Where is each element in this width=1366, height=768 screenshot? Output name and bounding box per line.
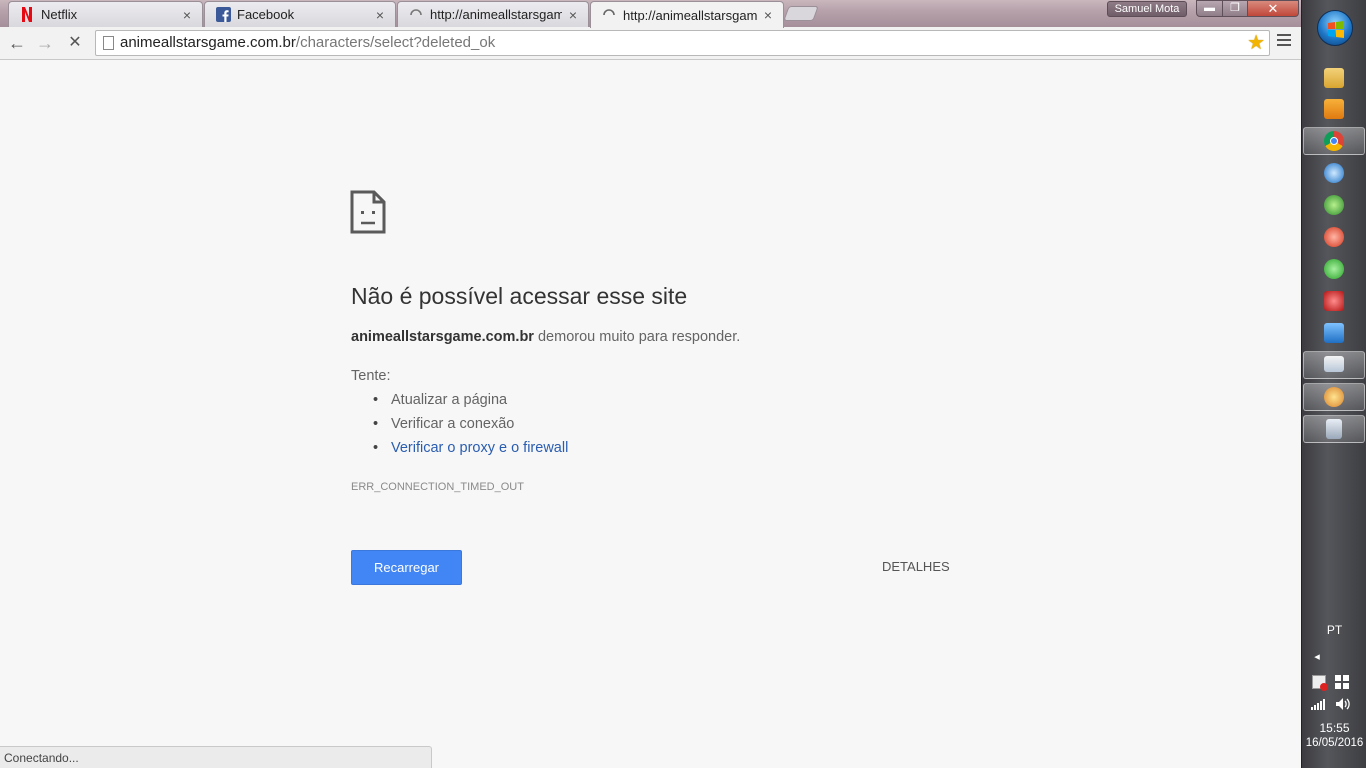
suggestion-item: Atualizar a página	[371, 391, 568, 415]
language-indicator[interactable]: PT	[1302, 623, 1366, 637]
back-button[interactable]: ←	[6, 33, 28, 55]
close-icon[interactable]: ×	[180, 8, 194, 22]
menu-icon[interactable]	[1277, 34, 1291, 48]
tab-facebook[interactable]: Facebook ×	[204, 1, 396, 27]
error-code: ERR_CONNECTION_TIMED_OUT	[351, 481, 524, 493]
error-description: animeallstarsgame.com.br demorou muito p…	[351, 329, 740, 345]
ccleaner-icon[interactable]	[1324, 227, 1344, 247]
clock-date[interactable]: 16/05/2016	[1302, 737, 1366, 749]
try-label: Tente:	[351, 368, 391, 384]
url-domain: animeallstarsgame.com.br	[120, 34, 296, 51]
media-player-icon[interactable]	[1324, 99, 1344, 119]
start-button[interactable]	[1317, 10, 1353, 46]
close-icon[interactable]: ×	[373, 8, 387, 22]
loading-spinner-icon	[408, 7, 424, 23]
action-center-flag-icon[interactable]	[1312, 675, 1328, 691]
forward-button[interactable]: →	[34, 33, 56, 55]
reload-button[interactable]: Recarregar	[351, 550, 462, 585]
close-icon[interactable]: ×	[761, 8, 775, 22]
app-icon[interactable]	[1324, 163, 1344, 183]
tab-title: http://animeallstarsgame.	[430, 7, 562, 22]
netflix-icon	[19, 7, 35, 23]
tab-title: http://animeallstarsgame.	[623, 7, 757, 23]
details-button[interactable]: DETALHES	[882, 559, 950, 574]
network-signal-icon[interactable]	[1311, 698, 1327, 710]
suggestion-list: Atualizar a página Verificar a conexão V…	[371, 391, 568, 463]
maximize-button[interactable]: ❐	[1222, 0, 1248, 17]
new-tab-button[interactable]	[783, 6, 819, 21]
tab-title: Netflix	[41, 7, 78, 22]
stop-loading-button[interactable]: ✕	[64, 33, 86, 55]
tab-loading-1[interactable]: http://animeallstarsgame. ×	[397, 1, 589, 27]
browser-toolbar: ← → ✕ animeallstarsgame.com.br/character…	[0, 27, 1301, 60]
paint-icon[interactable]	[1324, 387, 1344, 407]
address-bar[interactable]: animeallstarsgame.com.br/characters/sele…	[95, 30, 1270, 56]
profile-button[interactable]: Samuel Mota	[1107, 1, 1187, 17]
volume-icon[interactable]	[1335, 697, 1351, 711]
url-path: /characters/select?deleted_ok	[295, 34, 496, 51]
window-close-button[interactable]: ✕	[1247, 0, 1299, 17]
shield-icon[interactable]	[1324, 323, 1344, 343]
bookmark-star-icon[interactable]: ★	[1247, 31, 1265, 55]
windows-logo-icon	[1328, 21, 1344, 38]
proxy-firewall-link[interactable]: Verificar o proxy e o firewall	[391, 440, 568, 456]
windows-update-icon[interactable]	[1335, 675, 1349, 689]
file-explorer-icon[interactable]	[1324, 68, 1344, 88]
close-icon[interactable]: ×	[566, 8, 580, 22]
globe-icon[interactable]	[1324, 195, 1344, 215]
show-hidden-icons-button[interactable]: ◂	[1307, 650, 1327, 663]
utorrent-icon[interactable]	[1324, 259, 1344, 279]
page-icon	[103, 36, 114, 50]
facebook-icon	[215, 7, 231, 23]
suggestion-item: Verificar a conexão	[371, 415, 568, 439]
browser-titlebar: Netflix × Facebook × http://animeallstar…	[0, 0, 1301, 28]
calculator-icon[interactable]	[1326, 419, 1342, 439]
keyboard-icon[interactable]	[1324, 356, 1344, 372]
error-host: animeallstarsgame.com.br	[351, 329, 534, 345]
error-description-text: demorou muito para responder.	[533, 329, 741, 345]
clock-time[interactable]: 15:55	[1302, 721, 1366, 735]
status-bar: Conectando...	[0, 746, 432, 768]
game-icon[interactable]	[1324, 291, 1344, 311]
suggestion-item: Verificar o proxy e o firewall	[371, 439, 568, 463]
tab-loading-active[interactable]: http://animeallstarsgame. ×	[590, 1, 784, 28]
loading-spinner-icon	[601, 7, 617, 23]
error-page: Não é possível acessar esse site animeal…	[0, 61, 1301, 768]
chrome-icon[interactable]	[1324, 131, 1344, 151]
tab-netflix[interactable]: Netflix ×	[8, 1, 203, 27]
minimize-button[interactable]: ▬	[1196, 0, 1223, 17]
error-title: Não é possível acessar esse site	[351, 283, 688, 309]
sad-page-icon	[350, 190, 386, 234]
windows-taskbar: PT ◂ 15:55 16/05/2016	[1301, 0, 1366, 768]
tab-title: Facebook	[237, 7, 295, 22]
